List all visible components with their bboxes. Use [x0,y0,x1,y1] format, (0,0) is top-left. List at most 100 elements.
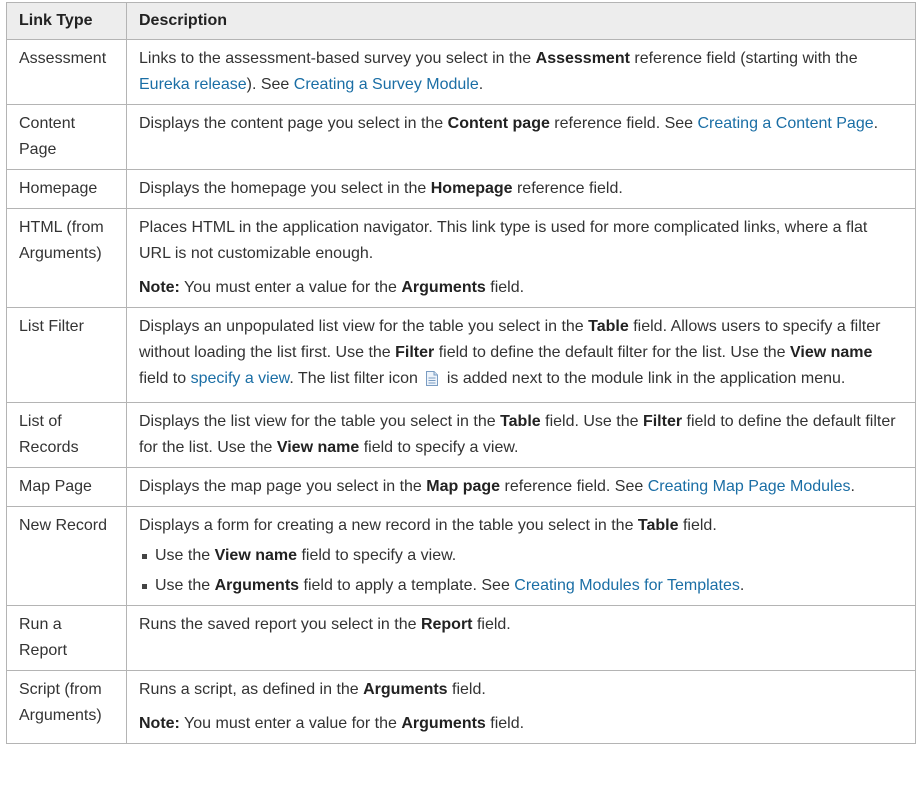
bold-term: Content page [447,115,550,132]
bold-term: View name [214,547,298,564]
text: field. [485,715,525,732]
table-row: Map Page Displays the map page you selec… [6,467,916,507]
bold-term: Arguments [401,715,486,732]
text: field. [678,517,717,534]
table-row: Run a Report Runs the saved report you s… [6,605,916,671]
bold-term: Filter [642,413,683,430]
bold-term: Arguments [401,279,486,296]
description-text: Displays a form for creating a new recor… [139,513,903,539]
description-cell: Displays the list view for the table you… [126,402,916,468]
link-type-cell: Run a Report [6,605,127,671]
table-row: HTML (from Arguments) Places HTML in the… [6,208,916,308]
creating-modules-for-templates-link[interactable]: Creating Modules for Templates [514,577,740,594]
text: reference field (starting with the [629,50,858,67]
text: field to apply a template. See [299,577,515,594]
bold-term: View name [276,439,360,456]
description-cell: Displays the homepage you select in the … [126,169,916,209]
text: reference field. See [549,115,698,132]
bold-term: Table [588,318,629,335]
text: field to [139,370,191,387]
text: Use the [155,577,215,594]
description-cell: Displays the map page you select in the … [126,467,916,507]
bold-term: Homepage [430,180,513,197]
link-type-cell: List of Records [6,402,127,468]
bold-term: Arguments [214,577,300,594]
bold-term: Table [637,517,679,534]
link-type-cell: Assessment [6,39,127,105]
text: Displays the map page you select in the [139,478,427,495]
text: You must enter a value for the [179,715,402,732]
text: field to define the default filter for t… [434,344,790,361]
table-row: Assessment Links to the assessment-based… [6,39,916,105]
text: You must enter a value for the [179,279,402,296]
bold-term: Assessment [535,50,630,67]
eureka-release-link[interactable]: Eureka release [139,76,247,93]
description-cell: Places HTML in the application navigator… [126,208,916,308]
text: field. [447,681,486,698]
list-item: Use the View name field to specify a vie… [142,543,903,569]
description-cell: Displays an unpopulated list view for th… [126,307,916,403]
text: . [850,478,855,495]
creating-content-page-link[interactable]: Creating a Content Page [698,115,874,132]
description-cell: Runs a script, as defined in the Argumen… [126,670,916,744]
text: Runs a script, as defined in the [139,681,364,698]
description-text: Runs a script, as defined in the Argumen… [139,677,903,703]
text: ). See [246,76,294,93]
text: field to specify a view. [359,439,519,456]
text: Use the [155,547,215,564]
link-type-cell: List Filter [6,307,127,403]
text: field to specify a view. [297,547,457,564]
list-item: Use the Arguments field to apply a templ… [142,573,903,599]
creating-survey-module-link[interactable]: Creating a Survey Module [294,76,479,93]
text: Displays a form for creating a new recor… [139,517,638,534]
text: Displays the homepage you select in the [139,180,431,197]
text: Runs the saved report you select in the [139,616,421,633]
specify-a-view-link[interactable]: specify a view [191,370,290,387]
description-text: Places HTML in the application navigator… [139,219,868,262]
header-link-type: Link Type [6,2,127,40]
link-type-cell: Script (from Arguments) [6,670,127,744]
bold-term: View name [790,344,873,361]
bold-term: Table [500,413,541,430]
text: Displays the list view for the table you… [139,413,501,430]
bold-term: Map page [426,478,501,495]
creating-map-page-modules-link[interactable]: Creating Map Page Modules [648,478,851,495]
text: Displays the content page you select in … [139,115,448,132]
bold-term: Filter [395,344,435,361]
text: . [873,115,879,132]
text: . [739,577,745,594]
bullet-list: Use the View name field to specify a vie… [139,543,903,599]
text: field. [485,279,525,296]
text: Displays an unpopulated list view for th… [139,318,589,335]
link-type-cell: Homepage [6,169,127,209]
description-cell: Links to the assessment-based survey you… [126,39,916,105]
description-cell: Displays a form for creating a new recor… [126,506,916,606]
note: Note: You must enter a value for the Arg… [139,275,903,301]
text: field. [472,616,511,633]
table-row: List Filter Displays an unpopulated list… [6,307,916,403]
link-type-cell: HTML (from Arguments) [6,208,127,308]
link-types-table: Link Type Description Assessment Links t… [6,2,916,744]
text: field. Use the [540,413,643,430]
table-row: New Record Displays a form for creating … [6,506,916,606]
note-label: Note: [139,279,180,296]
description-cell: Runs the saved report you select in the … [126,605,916,671]
bold-term: Arguments [363,681,448,698]
note: Note: You must enter a value for the Arg… [139,711,903,737]
text: . The list filter icon [289,370,423,387]
note-label: Note: [139,715,180,732]
description-cell: Displays the content page you select in … [126,104,916,170]
link-type-cell: Content Page [6,104,127,170]
table-row: Script (from Arguments) Runs a script, a… [6,670,916,744]
link-type-cell: Map Page [6,467,127,507]
table-header-row: Link Type Description [6,2,916,40]
table-row: Content Page Displays the content page y… [6,104,916,170]
text: . [478,76,484,93]
table-row: Homepage Displays the homepage you selec… [6,169,916,209]
link-type-cell: New Record [6,506,127,606]
bold-term: Report [420,616,473,633]
text: reference field. [512,180,623,197]
table-row: List of Records Displays the list view f… [6,402,916,468]
header-description: Description [126,2,916,40]
list-filter-icon [425,370,439,396]
